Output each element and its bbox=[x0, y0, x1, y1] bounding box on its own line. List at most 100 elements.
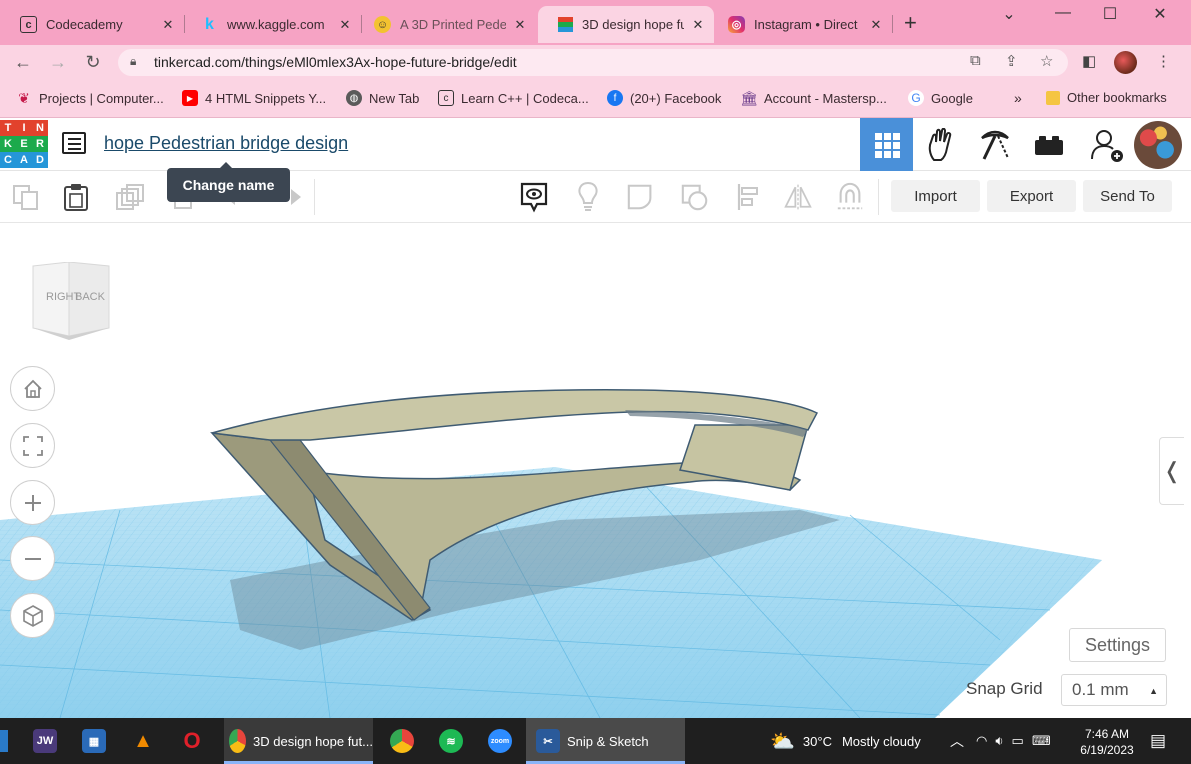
snap-grid-select[interactable]: 0.1 mm ▲ bbox=[1061, 674, 1167, 706]
user-avatar[interactable] bbox=[1134, 121, 1182, 169]
cruise-magnet-icon[interactable] bbox=[835, 182, 865, 211]
bookmark-learn-cpp[interactable]: c Learn C++ | Codeca... bbox=[438, 90, 589, 106]
bookmark-account-mastersp[interactable]: 🏛︎ Account - Mastersp... bbox=[740, 90, 887, 106]
forward-icon[interactable]: → bbox=[47, 52, 69, 73]
chrome-icon bbox=[229, 729, 247, 753]
import-button[interactable]: Import bbox=[891, 180, 980, 212]
tab-instagram[interactable]: ◎ Instagram • Direct ✕ bbox=[708, 6, 892, 43]
show-hidden-icons-button[interactable]: ︿ bbox=[950, 718, 964, 764]
bookmark-star-icon[interactable]: ☆ bbox=[1040, 52, 1053, 70]
add-user-icon[interactable] bbox=[1080, 118, 1133, 171]
duplicate-icon[interactable] bbox=[115, 183, 145, 211]
logo-letter: T bbox=[0, 120, 16, 136]
logo-letter: D bbox=[32, 152, 48, 168]
collapse-panel-button[interactable]: ❬ bbox=[1159, 437, 1184, 505]
reload-icon[interactable]: ↻ bbox=[82, 52, 104, 73]
tab-3d-design-hope[interactable]: 3D design hope fu ✕ bbox=[538, 6, 714, 43]
logo-letter: E bbox=[16, 136, 32, 152]
taskbar-spotify-app[interactable]: ≋ bbox=[439, 718, 463, 764]
tab-3d-printed-pede[interactable]: ☺ A 3D Printed Pede ✕ bbox=[354, 6, 536, 43]
taskbar-chrome-window[interactable]: 3D design hope fut... bbox=[224, 718, 373, 764]
profile-avatar[interactable] bbox=[1114, 51, 1137, 74]
close-icon[interactable]: ✕ bbox=[337, 17, 353, 33]
microsoft-store-icon: ▦ bbox=[82, 729, 106, 753]
bookmark-projects[interactable]: ❦ Projects | Computer... bbox=[16, 90, 164, 106]
zoom-in-button[interactable] bbox=[10, 480, 55, 525]
wifi-icon[interactable]: ◠ bbox=[976, 733, 987, 749]
change-name-tooltip: Change name bbox=[167, 162, 290, 202]
tinkercad-header: TINKERCAD hope Pedestrian bridge design bbox=[0, 118, 1191, 171]
open-in-app-icon[interactable]: ⧉ bbox=[970, 52, 981, 69]
view-cube[interactable]: RIGHT BACK bbox=[27, 262, 111, 342]
address-bar[interactable]: 🔒︎ tinkercad.com/things/eMl0mlex3Ax-hope… bbox=[118, 49, 1068, 76]
group-icon[interactable] bbox=[626, 183, 656, 211]
send-to-button[interactable]: Send To bbox=[1083, 180, 1172, 212]
pickaxe-icon[interactable] bbox=[968, 118, 1021, 171]
volume-icon[interactable]: 🔉︎ bbox=[995, 733, 1003, 749]
taskbar-snip-window[interactable]: ✂ Snip & Sketch bbox=[526, 718, 685, 764]
design-list-icon[interactable] bbox=[62, 132, 86, 154]
taskbar-vlc-app[interactable]: ▲ bbox=[131, 718, 155, 764]
windows-taskbar: JW ▦ ▲ O 3D design hope fut... ≋ zoom ✂ … bbox=[0, 718, 1191, 764]
menu-kebab-icon[interactable]: ⋮ bbox=[1156, 52, 1171, 70]
close-icon[interactable]: ✕ bbox=[512, 17, 528, 33]
side-panel-icon[interactable]: ◧ bbox=[1082, 52, 1096, 70]
taskbar-zoom-app[interactable]: zoom bbox=[488, 718, 512, 764]
close-icon[interactable]: ✕ bbox=[690, 17, 706, 33]
zoom-out-button[interactable] bbox=[10, 536, 55, 581]
tab-search-icon[interactable]: ⌄ bbox=[994, 4, 1024, 24]
tab-kaggle[interactable]: k www.kaggle.com ✕ bbox=[181, 6, 361, 43]
chevron-left-icon: ❬ bbox=[1162, 458, 1182, 483]
taskbar-chrome-app[interactable] bbox=[390, 718, 414, 764]
design-title[interactable]: hope Pedestrian bridge design bbox=[104, 133, 348, 154]
notifications-icon[interactable]: ▤ bbox=[1150, 718, 1166, 764]
bookmark-google[interactable]: G Google bbox=[908, 90, 973, 106]
weather-widget[interactable]: ⛅ 30°C Mostly cloudy bbox=[770, 718, 921, 764]
workplane-scene[interactable] bbox=[0, 223, 1184, 718]
bookmark-new-tab[interactable]: ◍ New Tab bbox=[346, 90, 419, 106]
snap-grid-value: 0.1 mm bbox=[1072, 680, 1129, 699]
taskbar-jw-app[interactable]: JW bbox=[33, 718, 57, 764]
close-window-button[interactable]: ✕ bbox=[1145, 4, 1175, 24]
taskbar-edge-app[interactable] bbox=[0, 718, 10, 764]
fit-view-button[interactable] bbox=[10, 423, 55, 468]
bookmark-html-snippets[interactable]: ▶ 4 HTML Snippets Y... bbox=[182, 90, 326, 106]
more-bookmarks-button[interactable]: » bbox=[1014, 90, 1022, 106]
browser-navigation-bar: ← → ↻ 🔒︎ tinkercad.com/things/eMl0mlex3A… bbox=[0, 45, 1191, 80]
lightbulb-icon[interactable] bbox=[573, 181, 603, 211]
taskbar-store-app[interactable]: ▦ bbox=[82, 718, 106, 764]
taskbar-clock[interactable]: 7:46 AM 6/19/2023 bbox=[1077, 726, 1137, 758]
settings-button[interactable]: Settings bbox=[1069, 628, 1166, 662]
printer-person-icon: ☺ bbox=[374, 16, 391, 33]
notes-icon[interactable] bbox=[519, 182, 549, 213]
ungroup-icon[interactable] bbox=[680, 183, 710, 211]
export-button[interactable]: Export bbox=[987, 180, 1076, 212]
close-icon[interactable]: ✕ bbox=[160, 17, 176, 33]
copy-icon[interactable] bbox=[11, 183, 41, 211]
logo-letter: C bbox=[0, 152, 16, 168]
tab-codecademy[interactable]: c Codecademy ✕ bbox=[0, 6, 184, 43]
hand-icon[interactable] bbox=[914, 118, 967, 171]
tinkercad-icon bbox=[558, 17, 573, 32]
bricks-icon[interactable] bbox=[1022, 118, 1075, 171]
bookmark-facebook[interactable]: f (20+) Facebook bbox=[607, 90, 721, 106]
align-icon[interactable] bbox=[733, 183, 763, 211]
zoom-icon: zoom bbox=[488, 729, 512, 753]
new-tab-button[interactable]: + bbox=[904, 12, 917, 34]
back-icon[interactable]: ← bbox=[12, 52, 34, 73]
battery-icon[interactable]: ▭ bbox=[1012, 733, 1024, 749]
grid-view-icon[interactable] bbox=[860, 118, 913, 171]
tinkercad-logo[interactable]: TINKERCAD bbox=[0, 120, 48, 168]
share-icon[interactable]: ⇪ bbox=[1005, 52, 1018, 70]
other-bookmarks-folder[interactable]: Other bookmarks bbox=[1046, 90, 1167, 105]
taskbar-opera-app[interactable]: O bbox=[180, 718, 204, 764]
maximize-button[interactable]: ☐ bbox=[1095, 4, 1125, 24]
home-view-button[interactable] bbox=[10, 366, 55, 411]
perspective-button[interactable] bbox=[10, 593, 55, 638]
keyboard-icon[interactable]: ⌨ bbox=[1032, 733, 1051, 749]
minimize-button[interactable]: — bbox=[1048, 4, 1078, 22]
workplane-viewport[interactable] bbox=[0, 223, 1184, 718]
close-icon[interactable]: ✕ bbox=[868, 17, 884, 33]
paste-icon[interactable] bbox=[61, 183, 91, 211]
mirror-icon[interactable] bbox=[783, 183, 813, 211]
